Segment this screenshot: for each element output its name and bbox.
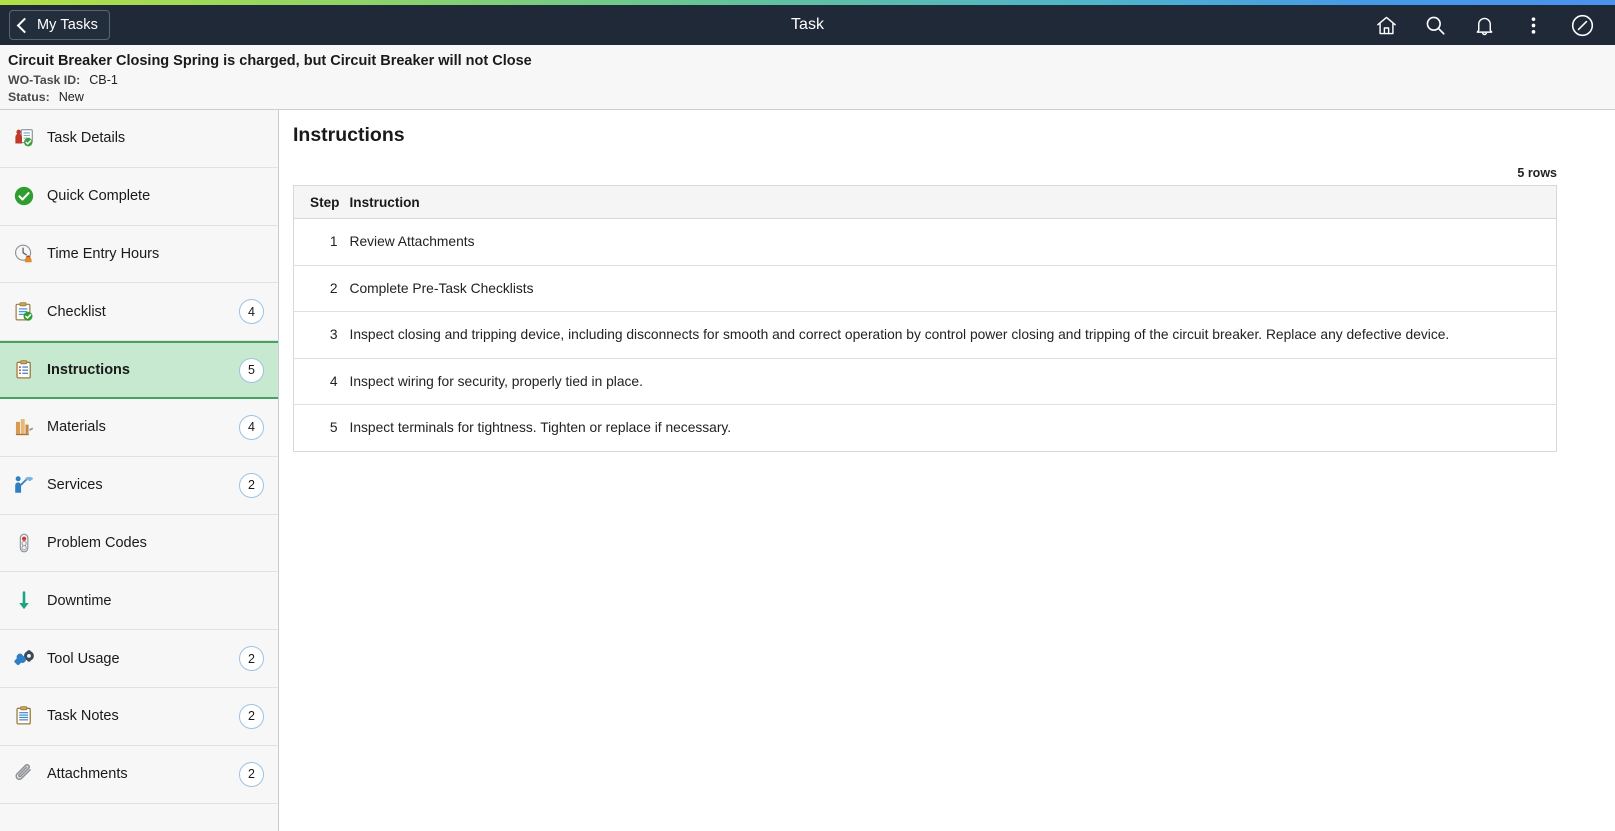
back-chevron-icon bbox=[16, 17, 33, 33]
sidebar-item-badge: 4 bbox=[239, 414, 264, 440]
services-icon bbox=[11, 472, 37, 498]
cell-step: 1 bbox=[293, 218, 344, 266]
status-badge: New bbox=[58, 90, 84, 104]
sidebar-item-badge: 4 bbox=[239, 299, 264, 325]
cell-instruction: Inspect wiring for security, properly ti… bbox=[343, 358, 1557, 405]
cell-instruction: Inspect terminals for tightness. Tighten… bbox=[343, 404, 1557, 452]
paperclip-icon bbox=[11, 761, 37, 787]
sidebar-item-label: Tool Usage bbox=[47, 650, 120, 667]
sidebar-item-label: Attachments bbox=[47, 766, 128, 783]
sidebar-item-badge: 2 bbox=[239, 472, 264, 498]
sidebar-item-downtime[interactable]: Downtime bbox=[0, 572, 278, 631]
sidebar-item-label: Problem Codes bbox=[47, 534, 147, 551]
notes-icon bbox=[11, 703, 37, 729]
wo-task-id-row: WO-Task ID: CB-1 bbox=[8, 72, 1615, 89]
sidebar-item-quick-complete[interactable]: Quick Complete bbox=[0, 168, 278, 226]
table-row[interactable]: 4 Inspect wiring for security, properly t… bbox=[293, 358, 1557, 405]
status-row: Status: New bbox=[8, 89, 1615, 106]
table-row[interactable]: 3 Inspect closing and tripping device, in… bbox=[293, 311, 1557, 359]
sidebar-item-task-details[interactable]: Task Details bbox=[0, 110, 278, 168]
traffic-light-icon bbox=[11, 530, 37, 556]
sidebar-item-materials[interactable]: Materials 4 bbox=[0, 399, 278, 457]
table-header-row: Step Instruction bbox=[293, 185, 1557, 219]
sidebar-item-task-notes[interactable]: Task Notes 2 bbox=[0, 688, 278, 746]
sidebar-item-label: Quick Complete bbox=[47, 188, 151, 205]
sidebar-item-label: Instructions bbox=[47, 362, 130, 379]
more-vertical-icon[interactable] bbox=[1520, 12, 1546, 38]
sidebar-item-label: Downtime bbox=[47, 592, 112, 609]
cell-instruction: Complete Pre-Task Checklists bbox=[343, 265, 1557, 312]
checklist-icon bbox=[11, 299, 37, 325]
cell-step: 3 bbox=[293, 311, 344, 359]
task-title: Circuit Breaker Closing Spring is charge… bbox=[8, 53, 532, 69]
navbar-icon-group bbox=[1373, 12, 1615, 38]
compass-icon[interactable] bbox=[1569, 12, 1595, 38]
sidebar-item-attachments[interactable]: Attachments 2 bbox=[0, 746, 278, 804]
tools-icon bbox=[11, 646, 37, 672]
column-header-instruction: Instruction bbox=[343, 185, 1557, 219]
row-count-label: 5 rows bbox=[1517, 166, 1557, 180]
column-header-step: Step bbox=[293, 185, 344, 219]
materials-icon bbox=[11, 414, 37, 440]
back-to-my-tasks-button[interactable]: My Tasks bbox=[9, 10, 110, 40]
bell-icon[interactable] bbox=[1471, 12, 1497, 38]
content-heading: Instructions bbox=[293, 124, 405, 146]
sidebar-item-badge: 2 bbox=[239, 646, 264, 672]
down-arrow-icon bbox=[11, 588, 37, 614]
clock-icon bbox=[11, 241, 37, 267]
cell-instruction: Inspect closing and tripping device, inc… bbox=[343, 311, 1557, 359]
sidebar-item-label: Task Notes bbox=[47, 708, 119, 725]
sidebar-item-label: Checklist bbox=[47, 303, 106, 320]
sidebar-item-tool-usage[interactable]: Tool Usage 2 bbox=[0, 630, 278, 688]
sidebar-navigation: Task Details Quick Complete Time Entry Hou… bbox=[0, 110, 279, 831]
main-content: Instructions 5 rows Step Instruction 1 Re… bbox=[279, 110, 1615, 831]
cell-instruction: Review Attachments bbox=[343, 218, 1557, 266]
sidebar-item-label: Services bbox=[47, 477, 103, 494]
top-navigation-bar: My Tasks Task bbox=[0, 5, 1615, 45]
cell-step: 2 bbox=[293, 265, 344, 312]
sidebar-item-instructions[interactable]: Instructions 5 bbox=[0, 341, 278, 399]
clipboard-icon bbox=[11, 357, 37, 383]
sidebar-item-badge: 2 bbox=[239, 703, 264, 729]
sidebar-item-services[interactable]: Services 2 bbox=[0, 457, 278, 515]
wo-task-id-label: WO-Task ID: bbox=[8, 73, 81, 87]
sidebar-item-time-entry-hours[interactable]: Time Entry Hours bbox=[0, 226, 278, 284]
sidebar-item-label: Time Entry Hours bbox=[47, 245, 160, 262]
sidebar-item-label: Materials bbox=[47, 419, 106, 436]
instructions-table: Step Instruction 1 Review Attachments 2 Com… bbox=[293, 185, 1557, 452]
check-circle-icon bbox=[11, 183, 37, 209]
cell-step: 5 bbox=[293, 404, 344, 452]
sidebar-item-problem-codes[interactable]: Problem Codes bbox=[0, 515, 278, 573]
sidebar-item-badge: 5 bbox=[239, 357, 264, 383]
task-details-icon bbox=[11, 125, 37, 151]
back-button-label: My Tasks bbox=[37, 17, 98, 33]
table-row[interactable]: 1 Review Attachments bbox=[293, 218, 1557, 266]
wo-task-id-value: CB-1 bbox=[89, 73, 118, 87]
home-icon[interactable] bbox=[1373, 12, 1399, 38]
status-label: Status: bbox=[8, 90, 50, 104]
task-header: Circuit Breaker Closing Spring is charge… bbox=[0, 45, 1615, 110]
sidebar-item-badge: 2 bbox=[239, 761, 264, 787]
table-row[interactable]: 5 Inspect terminals for tightness. Tighte… bbox=[293, 404, 1557, 452]
cell-step: 4 bbox=[293, 358, 344, 405]
sidebar-item-label: Task Details bbox=[47, 130, 126, 147]
table-row[interactable]: 2 Complete Pre-Task Checklists bbox=[293, 265, 1557, 312]
search-icon[interactable] bbox=[1422, 12, 1448, 38]
sidebar-item-checklist[interactable]: Checklist 4 bbox=[0, 283, 278, 342]
